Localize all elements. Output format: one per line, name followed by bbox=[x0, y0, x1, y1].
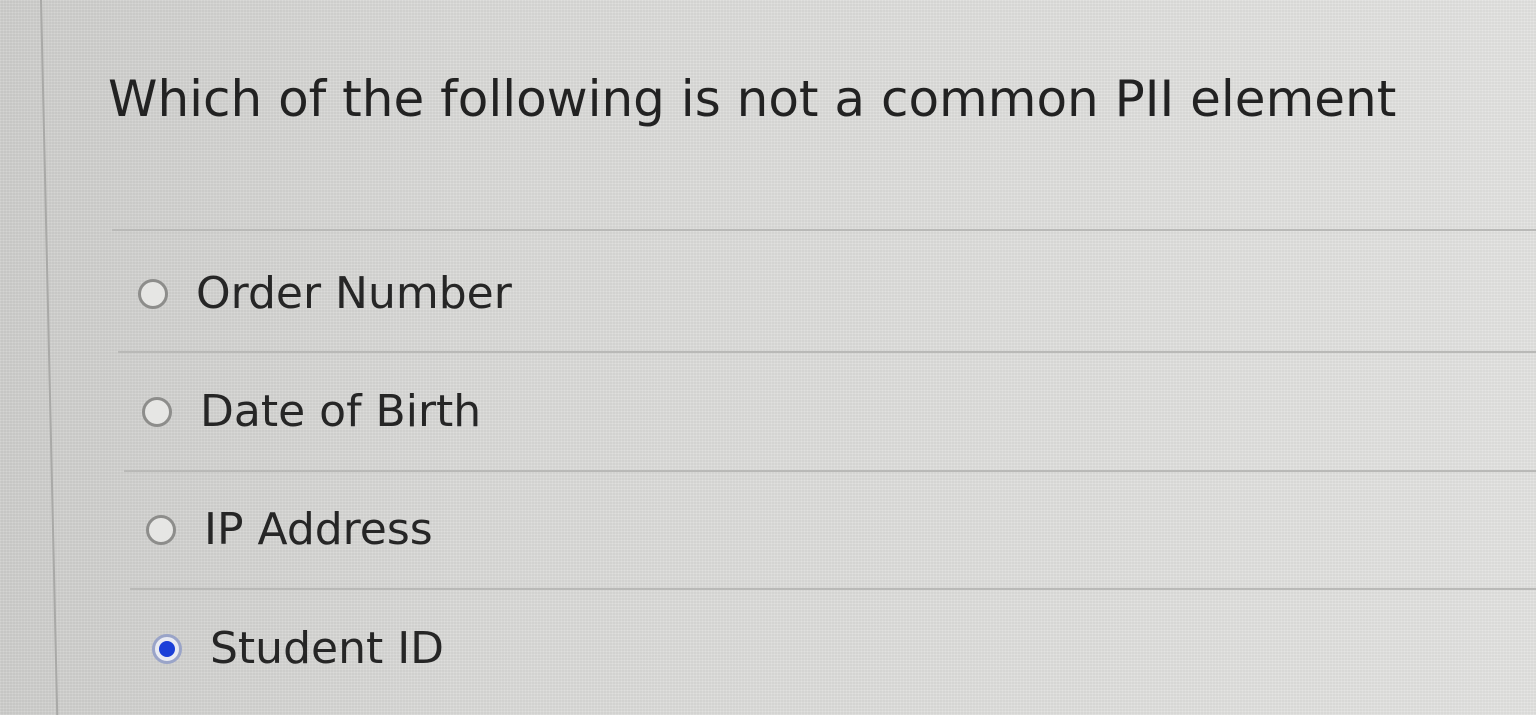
radio-button[interactable] bbox=[146, 514, 176, 545]
panel-left-border bbox=[40, 0, 59, 715]
divider bbox=[124, 470, 1536, 472]
option-date-of-birth[interactable]: Date of Birth bbox=[142, 386, 481, 437]
divider bbox=[130, 588, 1536, 590]
radio-button-selected[interactable] bbox=[152, 633, 182, 664]
option-label: IP Address bbox=[204, 504, 433, 555]
divider bbox=[118, 351, 1536, 353]
divider bbox=[112, 229, 1536, 231]
radio-button[interactable] bbox=[142, 396, 172, 427]
option-student-id[interactable]: Student ID bbox=[152, 623, 444, 674]
option-label: Date of Birth bbox=[200, 386, 482, 437]
option-label: Student ID bbox=[210, 623, 445, 674]
radio-button[interactable] bbox=[138, 278, 168, 309]
quiz-screen: Which of the following is not a common P… bbox=[0, 0, 1536, 715]
option-label: Order Number bbox=[196, 268, 512, 319]
option-order-number[interactable]: Order Number bbox=[138, 268, 512, 319]
question-title: Which of the following is not a common P… bbox=[108, 70, 1397, 128]
option-ip-address[interactable]: IP Address bbox=[146, 504, 433, 555]
